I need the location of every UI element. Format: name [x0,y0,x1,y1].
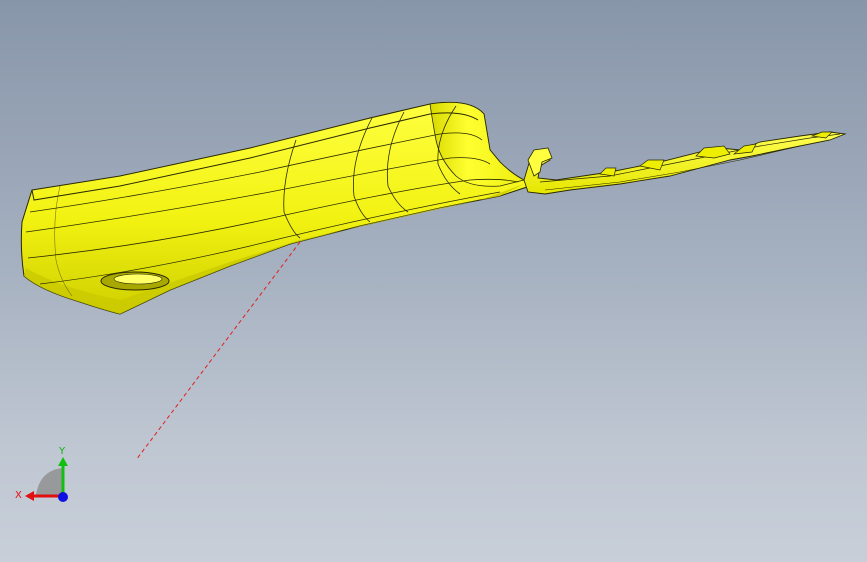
x-axis-label: X [15,490,22,501]
y-axis-arrow [58,457,68,466]
graphics-viewport[interactable]: Y X [0,0,867,562]
part-body[interactable] [20,101,531,315]
y-axis-label: Y [58,446,66,457]
z-axis-dot [58,492,68,502]
x-axis-arrow [25,491,34,501]
3d-model-view[interactable] [0,0,867,562]
triad-quadrant [36,468,63,495]
coordinate-triad[interactable]: Y X [10,440,80,510]
flange-surface[interactable] [523,131,847,195]
mounting-hole-inner [113,273,163,285]
flange-extension[interactable] [523,131,847,195]
